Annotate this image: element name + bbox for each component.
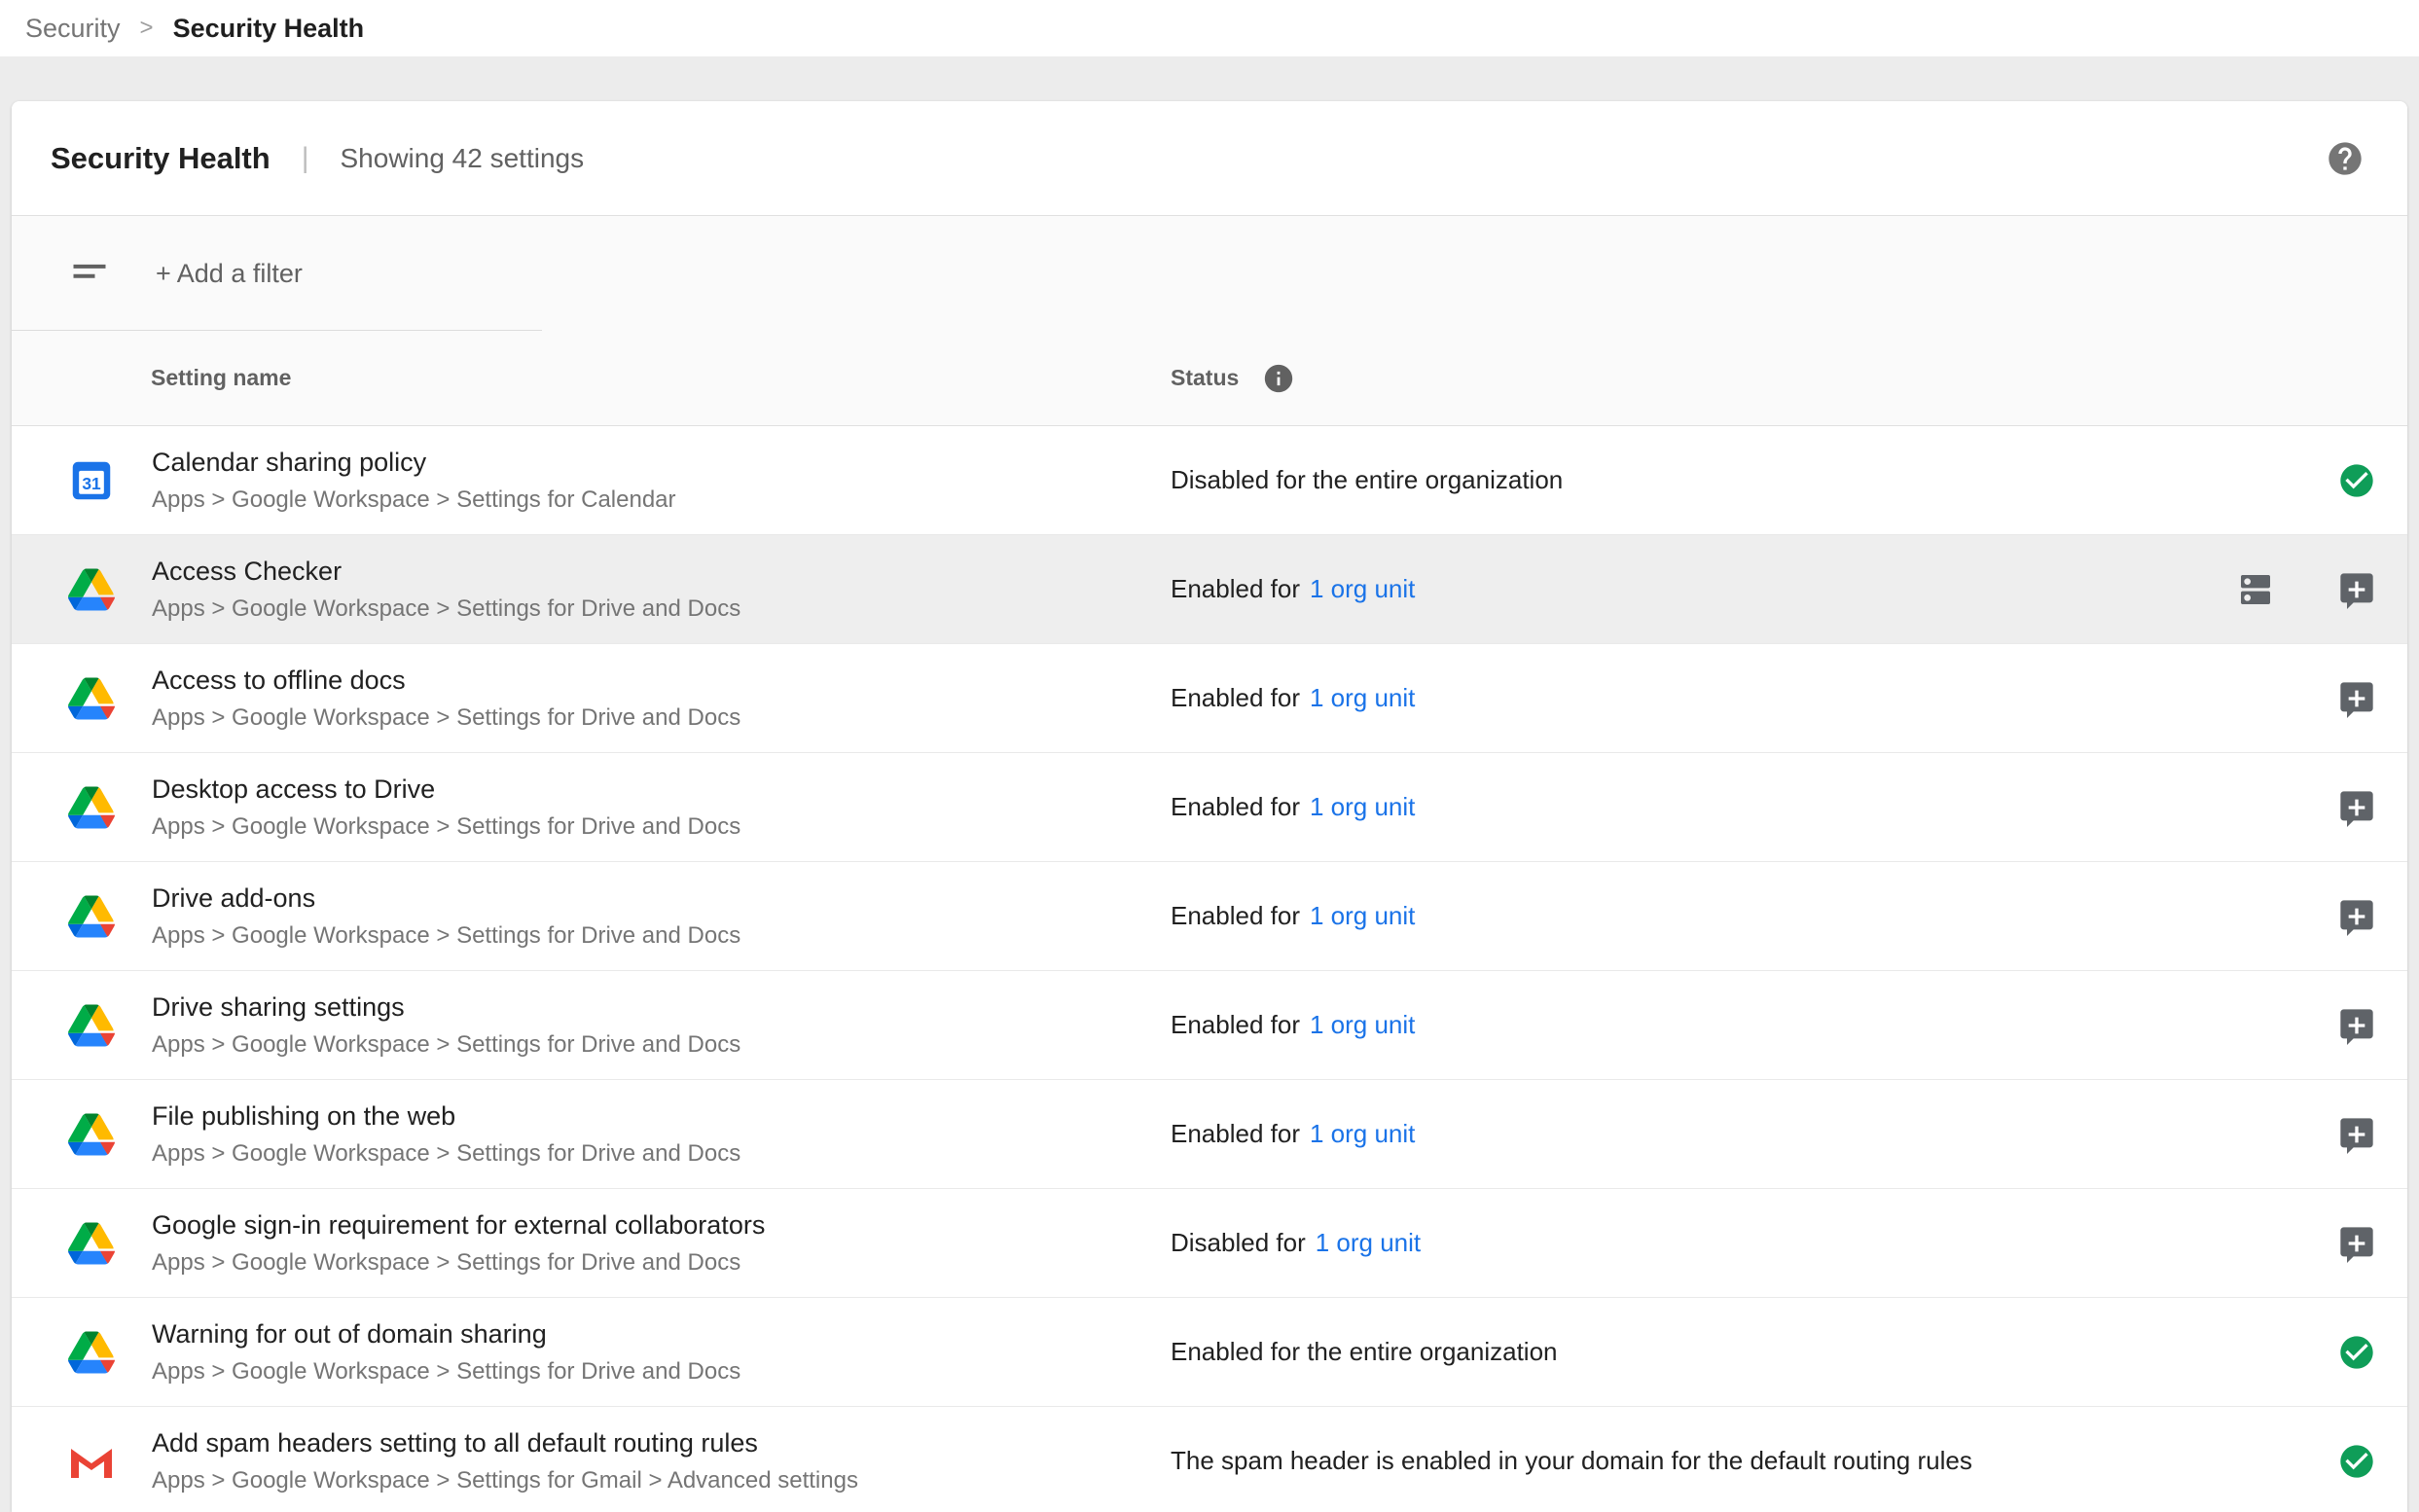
- status-text: Enabled for: [1171, 1119, 1300, 1149]
- drive-icon: [68, 1111, 115, 1158]
- setting-title: Drive sharing settings: [152, 992, 740, 1023]
- recommendation-badge-icon[interactable]: [2337, 1006, 2376, 1045]
- title-separator: |: [302, 142, 309, 175]
- recommendation-badge-icon[interactable]: [2337, 788, 2376, 827]
- org-unit-link[interactable]: 1 org unit: [1310, 683, 1415, 713]
- column-header-status: Status: [1171, 365, 1239, 391]
- table-row[interactable]: 31 Calendar sharing policy Apps > Google…: [12, 426, 2407, 535]
- status-text: Disabled for: [1171, 1228, 1306, 1258]
- breadcrumb-separator: >: [140, 15, 154, 42]
- breadcrumb: Security > Security Health: [0, 0, 2419, 56]
- column-header-setting-name: Setting name: [12, 365, 1171, 391]
- help-icon[interactable]: [2326, 139, 2365, 178]
- settings-list: 31 Calendar sharing policy Apps > Google…: [12, 426, 2407, 1512]
- table-row[interactable]: Desktop access to Drive Apps > Google Wo…: [12, 753, 2407, 862]
- setting-path: Apps > Google Workspace > Settings for D…: [152, 1358, 740, 1386]
- org-unit-link[interactable]: 1 org unit: [1310, 1010, 1415, 1040]
- setting-path: Apps > Google Workspace > Settings for D…: [152, 1140, 740, 1168]
- status-cell: Disabled for the entire organization: [1171, 465, 2337, 495]
- recommendation-badge-icon[interactable]: [2337, 679, 2376, 718]
- setting-path: Apps > Google Workspace > Settings for D…: [152, 1249, 765, 1277]
- status-text: The spam header is enabled in your domai…: [1171, 1446, 1972, 1476]
- filter-bar: + Add a filter: [12, 216, 2407, 331]
- status-text: Enabled for: [1171, 901, 1300, 931]
- status-cell: Enabled for 1 org unit: [1171, 901, 2337, 931]
- status-text: Enabled for the entire organization: [1171, 1337, 1558, 1367]
- check-circle-icon: [2337, 1333, 2376, 1372]
- setting-path: Apps > Google Workspace > Settings for D…: [152, 813, 740, 841]
- table-header-row: Setting name Status: [12, 331, 2407, 426]
- recommendation-badge-icon[interactable]: [2337, 570, 2376, 609]
- status-cell: Enabled for 1 org unit: [1171, 574, 2236, 604]
- setting-title: File publishing on the web: [152, 1101, 740, 1132]
- status-cell: Enabled for 1 org unit: [1171, 1119, 2337, 1149]
- setting-path: Apps > Google Workspace > Settings for D…: [152, 1031, 740, 1059]
- status-text: Enabled for: [1171, 574, 1300, 604]
- info-icon[interactable]: [1262, 362, 1295, 395]
- status-cell: Enabled for the entire organization: [1171, 1337, 2337, 1367]
- setting-path: Apps > Google Workspace > Settings for G…: [152, 1467, 858, 1494]
- setting-path: Apps > Google Workspace > Settings for D…: [152, 595, 740, 623]
- drive-icon: [68, 675, 115, 722]
- check-circle-icon: [2337, 1442, 2376, 1481]
- security-health-card: Security Health | Showing 42 settings + …: [12, 101, 2407, 1512]
- status-text: Disabled for the entire organization: [1171, 465, 1563, 495]
- status-cell: Disabled for 1 org unit: [1171, 1228, 2337, 1258]
- setting-title: Access to offline docs: [152, 666, 740, 696]
- gmail-icon: [68, 1438, 115, 1485]
- drive-icon: [68, 566, 115, 613]
- org-unit-link[interactable]: 1 org unit: [1310, 574, 1415, 604]
- table-row[interactable]: Add spam headers setting to all default …: [12, 1407, 2407, 1512]
- setting-title: Calendar sharing policy: [152, 448, 676, 478]
- table-row[interactable]: Google sign-in requirement for external …: [12, 1189, 2407, 1298]
- drive-icon: [68, 893, 115, 940]
- setting-title: Desktop access to Drive: [152, 774, 740, 805]
- status-text: Enabled for: [1171, 792, 1300, 822]
- check-circle-icon: [2337, 461, 2376, 500]
- drive-icon: [68, 1220, 115, 1267]
- table-row[interactable]: Access Checker Apps > Google Workspace >…: [12, 535, 2407, 644]
- filter-icon: [68, 252, 111, 295]
- setting-title: Drive add-ons: [152, 883, 740, 914]
- status-cell: Enabled for 1 org unit: [1171, 683, 2337, 713]
- org-unit-link[interactable]: 1 org unit: [1316, 1228, 1421, 1258]
- breadcrumb-parent[interactable]: Security: [25, 14, 121, 44]
- setting-path: Apps > Google Workspace > Settings for C…: [152, 486, 676, 514]
- recommendation-badge-icon[interactable]: [2337, 1115, 2376, 1154]
- status-cell: The spam header is enabled in your domai…: [1171, 1446, 2337, 1476]
- org-units-icon: [2236, 570, 2275, 609]
- table-row[interactable]: Access to offline docs Apps > Google Wor…: [12, 644, 2407, 753]
- setting-title: Add spam headers setting to all default …: [152, 1428, 858, 1458]
- breadcrumb-current: Security Health: [173, 14, 365, 44]
- drive-icon: [68, 784, 115, 831]
- status-cell: Enabled for 1 org unit: [1171, 1010, 2337, 1040]
- table-row[interactable]: Drive sharing settings Apps > Google Wor…: [12, 971, 2407, 1080]
- table-row[interactable]: Drive add-ons Apps > Google Workspace > …: [12, 862, 2407, 971]
- setting-path: Apps > Google Workspace > Settings for D…: [152, 704, 740, 732]
- status-text: Enabled for: [1171, 683, 1300, 713]
- setting-title: Warning for out of domain sharing: [152, 1319, 740, 1350]
- recommendation-badge-icon[interactable]: [2337, 897, 2376, 936]
- add-filter-button[interactable]: + Add a filter: [156, 259, 303, 289]
- settings-count-label: Showing 42 settings: [341, 143, 585, 174]
- org-unit-link[interactable]: 1 org unit: [1310, 1119, 1415, 1149]
- org-unit-link[interactable]: 1 org unit: [1310, 792, 1415, 822]
- svg-text:31: 31: [82, 474, 101, 493]
- setting-title: Google sign-in requirement for external …: [152, 1210, 765, 1241]
- drive-icon: [68, 1329, 115, 1376]
- setting-path: Apps > Google Workspace > Settings for D…: [152, 922, 740, 950]
- table-row[interactable]: File publishing on the web Apps > Google…: [12, 1080, 2407, 1189]
- recommendation-badge-icon[interactable]: [2337, 1224, 2376, 1263]
- table-row[interactable]: Warning for out of domain sharing Apps >…: [12, 1298, 2407, 1407]
- page-title: Security Health: [51, 141, 271, 176]
- status-text: Enabled for: [1171, 1010, 1300, 1040]
- calendar-icon: 31: [68, 457, 115, 504]
- card-header: Security Health | Showing 42 settings: [12, 101, 2407, 216]
- drive-icon: [68, 1002, 115, 1049]
- status-cell: Enabled for 1 org unit: [1171, 792, 2337, 822]
- org-unit-link[interactable]: 1 org unit: [1310, 901, 1415, 931]
- setting-title: Access Checker: [152, 557, 740, 587]
